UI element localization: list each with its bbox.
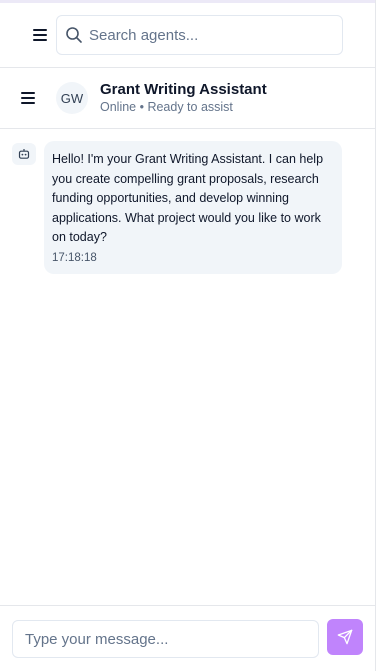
sidebar-menu-button[interactable] [28, 23, 52, 47]
chat-menu-button[interactable] [16, 86, 40, 110]
menu-icon [33, 29, 47, 41]
bot-avatar [12, 143, 36, 165]
search-box [56, 15, 343, 55]
bot-icon [18, 149, 30, 159]
menu-icon [21, 92, 35, 104]
agent-name: Grant Writing Assistant [100, 81, 267, 98]
top-bar [0, 3, 375, 68]
send-icon [337, 629, 353, 645]
search-icon [66, 27, 82, 43]
message-input[interactable] [12, 620, 319, 658]
message-timestamp: 17:18:18 [52, 251, 97, 264]
message-bubble: Hello! I'm your Grant Writing Assistant.… [44, 141, 342, 274]
chat-header: GW Grant Writing Assistant Online • Read… [0, 68, 375, 129]
search-input[interactable] [89, 16, 339, 54]
agent-status: Online • Ready to assist [100, 100, 233, 114]
message-text: Hello! I'm your Grant Writing Assistant.… [52, 152, 324, 244]
send-button[interactable] [327, 619, 363, 655]
message-composer [0, 605, 375, 671]
avatar: GW [56, 82, 88, 114]
